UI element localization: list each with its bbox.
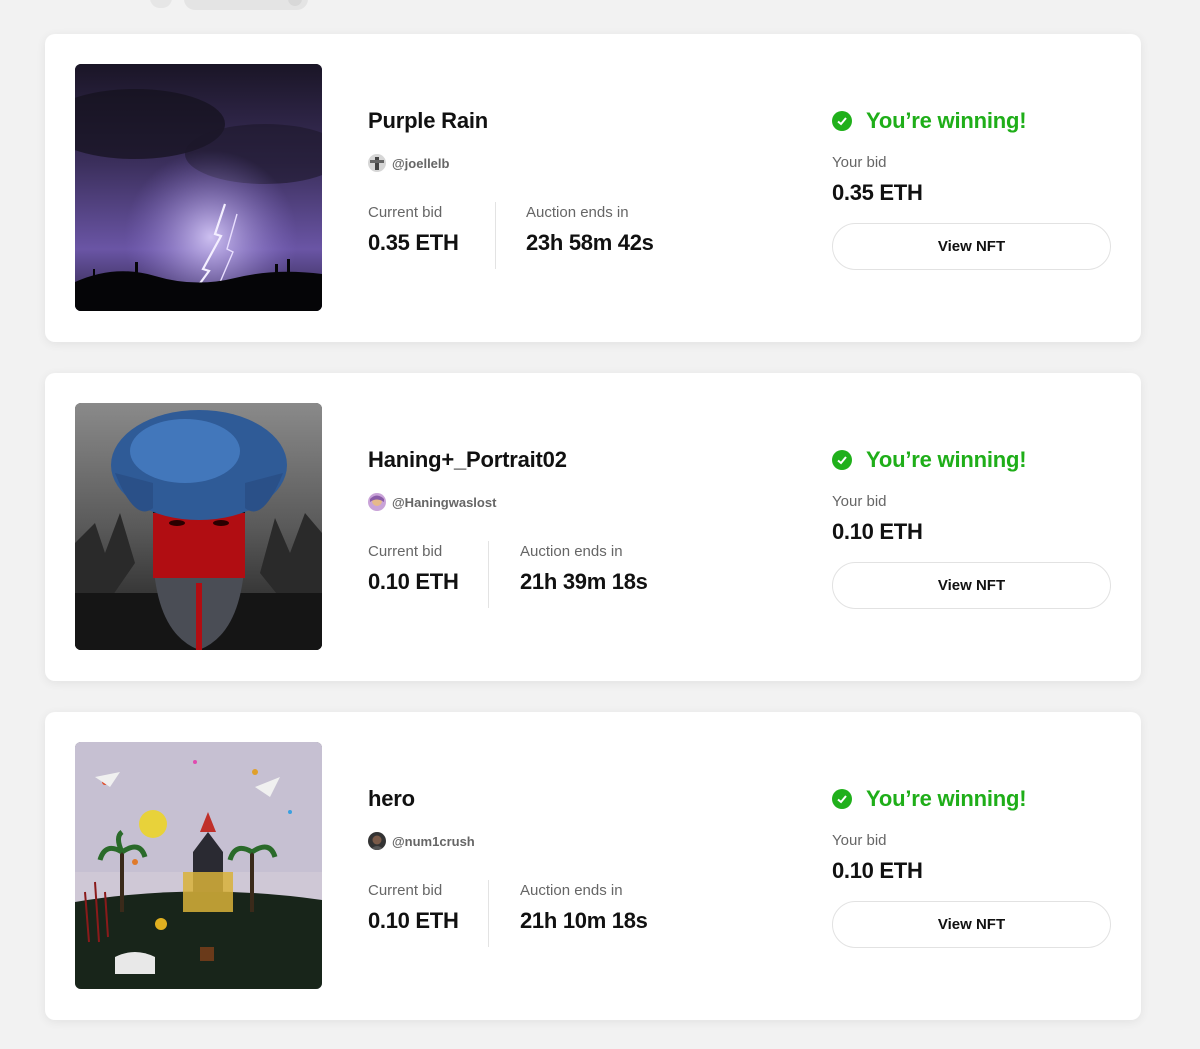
winning-text: You’re winning!: [866, 447, 1027, 472]
winning-status: You’re winning!: [832, 786, 1027, 812]
winning-text: You’re winning!: [866, 786, 1027, 811]
nft-title[interactable]: Purple Rain: [368, 108, 488, 134]
creator-avatar: [368, 154, 386, 172]
winning-status: You’re winning!: [832, 108, 1027, 134]
current-bid-label: Current bid: [368, 543, 443, 560]
your-bid-value: 0.10 ETH: [832, 858, 923, 883]
check-circle-icon: [832, 111, 852, 131]
your-bid-value: 0.35 ETH: [832, 180, 923, 205]
divider: [488, 541, 489, 608]
view-nft-button[interactable]: View NFT: [832, 223, 1111, 270]
auction-ends-label: Auction ends in: [520, 882, 623, 899]
bid-card: Haning+_Portrait02 @Haningwaslost Curren…: [45, 373, 1141, 681]
current-bid-label: Current bid: [368, 204, 443, 221]
nft-artwork-image[interactable]: [75, 403, 322, 650]
view-nft-button[interactable]: View NFT: [832, 562, 1111, 609]
your-bid-label: Your bid: [832, 493, 887, 510]
creator-handle: @Haningwaslost: [392, 494, 497, 510]
creator[interactable]: @joellelb: [368, 154, 449, 172]
creator-avatar: [368, 832, 386, 850]
auction-countdown: 21h 39m 18s: [520, 569, 648, 594]
filter-dropdown[interactable]: [184, 0, 308, 10]
nft-artwork-image[interactable]: [75, 742, 322, 989]
nft-artwork-image[interactable]: [75, 64, 322, 311]
bid-card: hero @num1crush Current bid 0.10 ETH Auc…: [45, 712, 1141, 1020]
filter-pill[interactable]: [150, 0, 172, 8]
divider: [495, 202, 496, 269]
auction-countdown: 21h 10m 18s: [520, 908, 648, 933]
auction-ends-label: Auction ends in: [520, 543, 623, 560]
view-nft-button[interactable]: View NFT: [832, 901, 1111, 948]
divider: [488, 880, 489, 947]
creator-handle: @joellelb: [392, 155, 450, 171]
your-bid-label: Your bid: [832, 832, 887, 849]
check-circle-icon: [832, 450, 852, 470]
creator[interactable]: @Haningwaslost: [368, 493, 496, 511]
current-bid-value: 0.10 ETH: [368, 569, 459, 594]
your-bid-value: 0.10 ETH: [832, 519, 923, 544]
current-bid-value: 0.35 ETH: [368, 230, 459, 255]
nft-title[interactable]: hero: [368, 786, 415, 812]
creator-handle: @num1crush: [392, 833, 475, 849]
current-bid-value: 0.10 ETH: [368, 908, 459, 933]
auction-countdown: 23h 58m 42s: [526, 230, 654, 255]
current-bid-label: Current bid: [368, 882, 443, 899]
nft-title[interactable]: Haning+_Portrait02: [368, 447, 567, 473]
winning-text: You’re winning!: [866, 108, 1027, 133]
creator-avatar: [368, 493, 386, 511]
auction-ends-label: Auction ends in: [526, 204, 629, 221]
your-bid-label: Your bid: [832, 154, 887, 171]
winning-status: You’re winning!: [832, 447, 1027, 473]
filter-pills: [150, 0, 310, 12]
creator[interactable]: @num1crush: [368, 832, 475, 850]
check-circle-icon: [832, 789, 852, 809]
bid-card: Purple Rain @joellelb Current bid 0.35 E…: [45, 34, 1141, 342]
